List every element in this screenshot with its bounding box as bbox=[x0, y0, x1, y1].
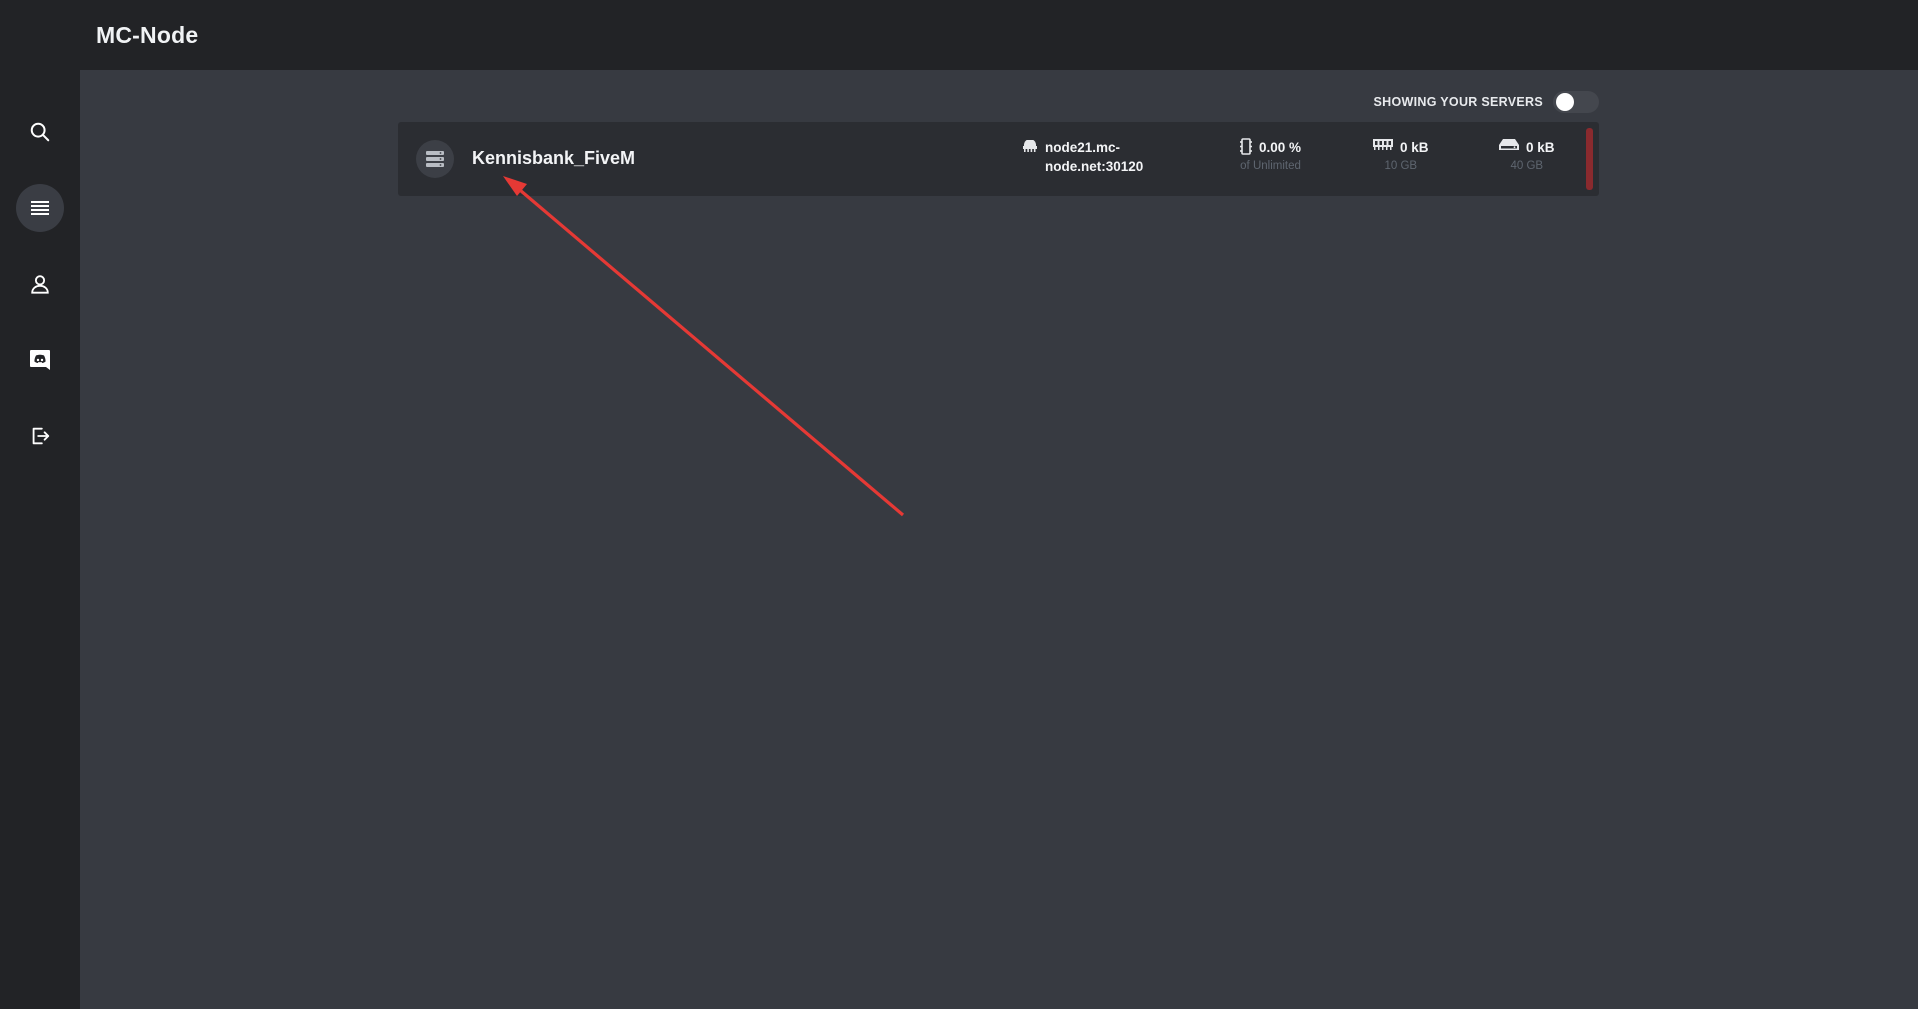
server-address-line-2: node.net:30120 bbox=[1045, 159, 1144, 174]
server-name[interactable]: Kennisbank_FiveM bbox=[472, 148, 635, 169]
server-address-line-1: node21.mc- bbox=[1045, 140, 1121, 155]
cpu-value: 0.00 % bbox=[1259, 140, 1302, 155]
server-avatar bbox=[416, 140, 454, 178]
memory-value: 0 kB bbox=[1400, 140, 1429, 155]
disk-value: 0 kB bbox=[1526, 140, 1555, 155]
server-status-indicator bbox=[1586, 128, 1593, 190]
disk-usage: 0 kB 40 GB bbox=[1499, 138, 1555, 172]
memory-icon bbox=[1373, 139, 1393, 150]
show-all-servers-toggle[interactable] bbox=[1553, 91, 1599, 113]
memory-limit: 10 GB bbox=[1384, 160, 1418, 172]
toggle-label: SHOWING YOUR SERVERS bbox=[1373, 95, 1543, 109]
account-icon bbox=[31, 275, 49, 294]
server-icon bbox=[426, 151, 444, 167]
sidebar-account-button[interactable] bbox=[16, 260, 64, 308]
sidebar-logout-button[interactable] bbox=[16, 412, 64, 460]
discord-icon bbox=[30, 350, 50, 370]
server-filter-row: SHOWING YOUR SERVERS bbox=[1374, 90, 1599, 114]
server-row[interactable]: Kennisbank_FiveM node21.mc- node.net:301… bbox=[398, 122, 1599, 196]
network-icon bbox=[1023, 140, 1037, 152]
top-bar: MC-Node bbox=[0, 0, 1918, 70]
search-icon bbox=[30, 122, 50, 142]
sidebar bbox=[0, 70, 80, 1009]
sidebar-discord-button[interactable] bbox=[16, 336, 64, 384]
toggle-knob bbox=[1556, 93, 1574, 111]
cpu-icon bbox=[1240, 138, 1252, 155]
server-list-icon bbox=[31, 201, 49, 215]
server-address: node21.mc- node.net:30120 bbox=[1022, 138, 1175, 176]
app-title[interactable]: MC-Node bbox=[96, 22, 198, 49]
cpu-limit: of Unlimited bbox=[1240, 160, 1301, 172]
logout-icon bbox=[32, 427, 50, 445]
sidebar-search-button[interactable] bbox=[16, 108, 64, 156]
sidebar-servers-button[interactable] bbox=[16, 184, 64, 232]
memory-usage: 0 kB 10 GB bbox=[1373, 138, 1429, 172]
cpu-usage: 0.00 % of Unlimited bbox=[1240, 138, 1301, 172]
disk-limit: 40 GB bbox=[1510, 160, 1544, 172]
disk-icon bbox=[1499, 139, 1519, 150]
